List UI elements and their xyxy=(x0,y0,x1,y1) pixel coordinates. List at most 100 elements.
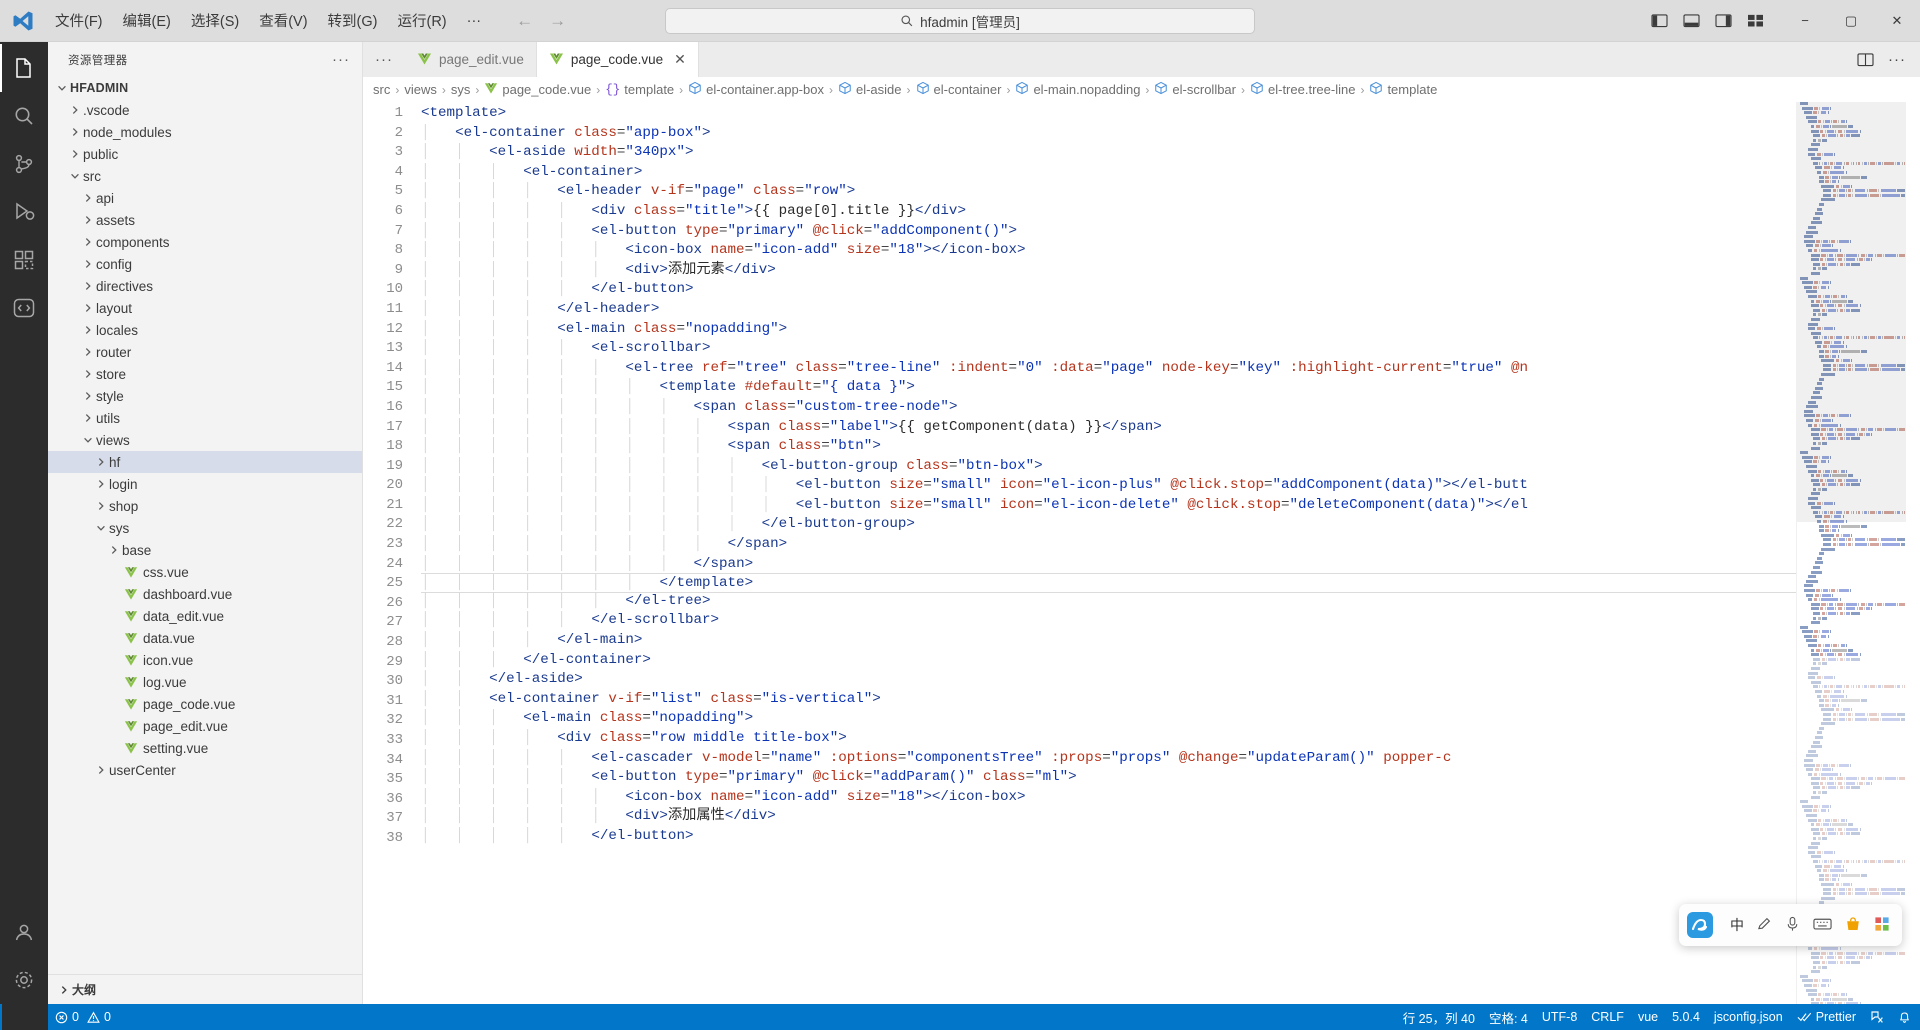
tree-file-item[interactable]: dashboard.vue xyxy=(48,583,362,605)
code-line[interactable]: │ │ </el-aside> xyxy=(421,670,1796,690)
tree-folder-item[interactable]: config xyxy=(48,253,362,275)
tree-folder-item[interactable]: components xyxy=(48,231,362,253)
activitybar-item-code-preview[interactable] xyxy=(0,284,48,332)
ime-shop-icon[interactable] xyxy=(1845,916,1861,935)
chevron-right-icon[interactable] xyxy=(80,347,96,357)
code-line[interactable]: │ │ │ │ </el-main> xyxy=(421,631,1796,651)
chevron-right-icon[interactable] xyxy=(80,193,96,203)
split-editor-icon[interactable] xyxy=(1857,52,1874,67)
statusbar-cursor-position[interactable]: 行 25，列 40 xyxy=(1396,1004,1482,1030)
customize-layout-icon[interactable] xyxy=(1747,13,1764,28)
minimap-slider[interactable] xyxy=(1797,102,1906,522)
code-line[interactable]: │ │ │ │ │ <el-button type="primary" @cli… xyxy=(421,768,1796,788)
code-line[interactable]: │ │ │ │ │ │ │ <template #default="{ data… xyxy=(421,378,1796,398)
tree-folder-item[interactable]: api xyxy=(48,187,362,209)
tree-folder-item[interactable]: directives xyxy=(48,275,362,297)
statusbar-version[interactable]: 5.0.4 xyxy=(1665,1004,1707,1030)
chevron-right-icon[interactable] xyxy=(80,237,96,247)
menu-more[interactable]: ··· xyxy=(458,9,491,33)
ime-pen-icon[interactable] xyxy=(1757,916,1772,934)
sogou-icon[interactable] xyxy=(1683,908,1717,942)
breadcrumb-item[interactable]: page_code.vue xyxy=(484,81,591,98)
code-line[interactable]: │ │ │ │ │ │ │ │ │ <span class="label">{{… xyxy=(421,418,1796,438)
code-editor[interactable]: 1 2 3 4 5 6 7 8 9 10 11 12 13 14 15 16 17 18 19 20 21 22 23 24 2… xyxy=(363,102,1920,1004)
code-line[interactable]: │ │ │ │ │ │ <el-tree ref="tree" class="t… xyxy=(421,359,1796,379)
tree-file-item[interactable]: data_edit.vue xyxy=(48,605,362,627)
code-line[interactable]: │ │ │ <el-main class="nopadding"> xyxy=(421,709,1796,729)
window-minimize-button[interactable]: − xyxy=(1782,0,1828,42)
tree-folder-item[interactable]: views xyxy=(48,429,362,451)
outline-section-header[interactable]: 大纲 xyxy=(48,974,362,1004)
statusbar-remote[interactable] xyxy=(1863,1004,1891,1030)
menu-run[interactable]: 运行(R) xyxy=(388,6,455,35)
tree-file-item[interactable]: css.vue xyxy=(48,561,362,583)
chevron-right-icon[interactable] xyxy=(80,259,96,269)
code-line[interactable]: │ │ │ │ │ │ │ │ │ │ │ <el-button size="s… xyxy=(421,496,1796,516)
statusbar-jsconfig[interactable]: jsconfig.json xyxy=(1707,1004,1790,1030)
code-content[interactable]: <template> │ <el-container class="app-box… xyxy=(421,102,1796,1004)
toggle-secondary-sidebar-icon[interactable] xyxy=(1715,13,1732,28)
sidebar-more-icon[interactable]: ··· xyxy=(332,51,350,68)
activitybar-item-run-debug[interactable] xyxy=(0,188,48,236)
window-maximize-button[interactable]: ▢ xyxy=(1828,0,1874,42)
chevron-right-icon[interactable] xyxy=(106,545,122,555)
tree-folder-item[interactable]: .vscode xyxy=(48,99,362,121)
tree-folder-item[interactable]: layout xyxy=(48,297,362,319)
code-line[interactable]: │ │ │ │ │ │ │ │ │ │ </el-button-group> xyxy=(421,515,1796,535)
chevron-down-icon[interactable] xyxy=(67,171,83,181)
code-line[interactable]: │ │ │ │ │ │ │ │ │ </span> xyxy=(421,535,1796,555)
chevron-right-icon[interactable] xyxy=(67,105,83,115)
code-line[interactable]: │ │ <el-container v-if="list" class="is-… xyxy=(421,690,1796,710)
activitybar-item-accounts[interactable] xyxy=(0,908,48,956)
tree-folder-item[interactable]: public xyxy=(48,143,362,165)
code-line[interactable]: │ │ │ │ </el-header> xyxy=(421,300,1796,320)
statusbar-indentation[interactable]: 空格: 4 xyxy=(1482,1004,1535,1030)
forward-arrow-icon[interactable]: → xyxy=(549,11,566,31)
chevron-right-icon[interactable] xyxy=(93,457,109,467)
code-line[interactable]: │ │ │ │ │ │ │ </template> xyxy=(421,573,1796,593)
activitybar-item-settings[interactable] xyxy=(0,956,48,1004)
code-line[interactable]: │ │ │ │ │ </el-scrollbar> xyxy=(421,611,1796,631)
breadcrumb-item[interactable]: el-scrollbar xyxy=(1154,81,1236,98)
activitybar-item-extensions[interactable] xyxy=(0,236,48,284)
chevron-right-icon[interactable] xyxy=(80,215,96,225)
tree-file-item[interactable]: page_code.vue xyxy=(48,693,362,715)
statusbar-notifications[interactable] xyxy=(1891,1004,1918,1030)
chevron-right-icon[interactable] xyxy=(93,501,109,511)
statusbar-prettier[interactable]: Prettier xyxy=(1790,1004,1863,1030)
code-line[interactable]: │ │ │ │ │ │ │ │ │ │ │ <el-button size="s… xyxy=(421,476,1796,496)
chevron-right-icon[interactable] xyxy=(80,413,96,423)
tab-page-code-vue[interactable]: page_code.vue ✕ xyxy=(536,42,699,77)
chevron-right-icon[interactable] xyxy=(67,127,83,137)
chevron-right-icon[interactable] xyxy=(93,479,109,489)
code-line[interactable]: │ │ │ │ │ <div class="title">{{ page[0].… xyxy=(421,202,1796,222)
activitybar-item-source-control[interactable] xyxy=(0,140,48,188)
ime-floating-toolbar[interactable]: 中 xyxy=(1679,904,1902,946)
breadcrumb-item[interactable]: views xyxy=(404,82,437,97)
tree-folder-item[interactable]: hf xyxy=(48,451,362,473)
tree-file-item[interactable]: icon.vue xyxy=(48,649,362,671)
ime-lang-label[interactable]: 中 xyxy=(1730,915,1744,935)
tabs-overflow-icon[interactable]: ··· xyxy=(363,42,405,77)
code-line[interactable]: │ │ │ │ │ </el-button> xyxy=(421,280,1796,300)
tree-file-item[interactable]: setting.vue xyxy=(48,737,362,759)
ime-apps-icon[interactable] xyxy=(1874,916,1890,935)
tree-file-item[interactable]: page_edit.vue xyxy=(48,715,362,737)
tab-close-icon[interactable]: ✕ xyxy=(674,51,686,68)
menu-file[interactable]: 文件(F) xyxy=(46,6,112,35)
code-line[interactable]: │ │ │ │ │ │ │ │ │ <span class="btn"> xyxy=(421,437,1796,457)
editor-vertical-scrollbar[interactable] xyxy=(1906,102,1920,1004)
menu-view[interactable]: 查看(V) xyxy=(250,6,316,35)
code-line[interactable]: │ │ │ │ │ <el-button type="primary" @cli… xyxy=(421,222,1796,242)
statusbar-problems[interactable]: 0 0 xyxy=(48,1004,118,1030)
activitybar-item-explorer[interactable] xyxy=(0,44,48,92)
code-line[interactable]: │ │ │ │ │ │ <div>添加元素</div> xyxy=(421,261,1796,281)
window-close-button[interactable]: ✕ xyxy=(1874,0,1920,42)
code-line[interactable]: │ │ │ │ <el-header v-if="page" class="ro… xyxy=(421,182,1796,202)
tree-folder-item[interactable]: utils xyxy=(48,407,362,429)
chevron-right-icon[interactable] xyxy=(80,303,96,313)
code-line[interactable]: │ │ │ │ │ │ </el-tree> xyxy=(421,592,1796,612)
tree-folder-item[interactable]: assets xyxy=(48,209,362,231)
code-line[interactable]: │ │ │ │ │ <el-scrollbar> xyxy=(421,339,1796,359)
tree-file-item[interactable]: log.vue xyxy=(48,671,362,693)
